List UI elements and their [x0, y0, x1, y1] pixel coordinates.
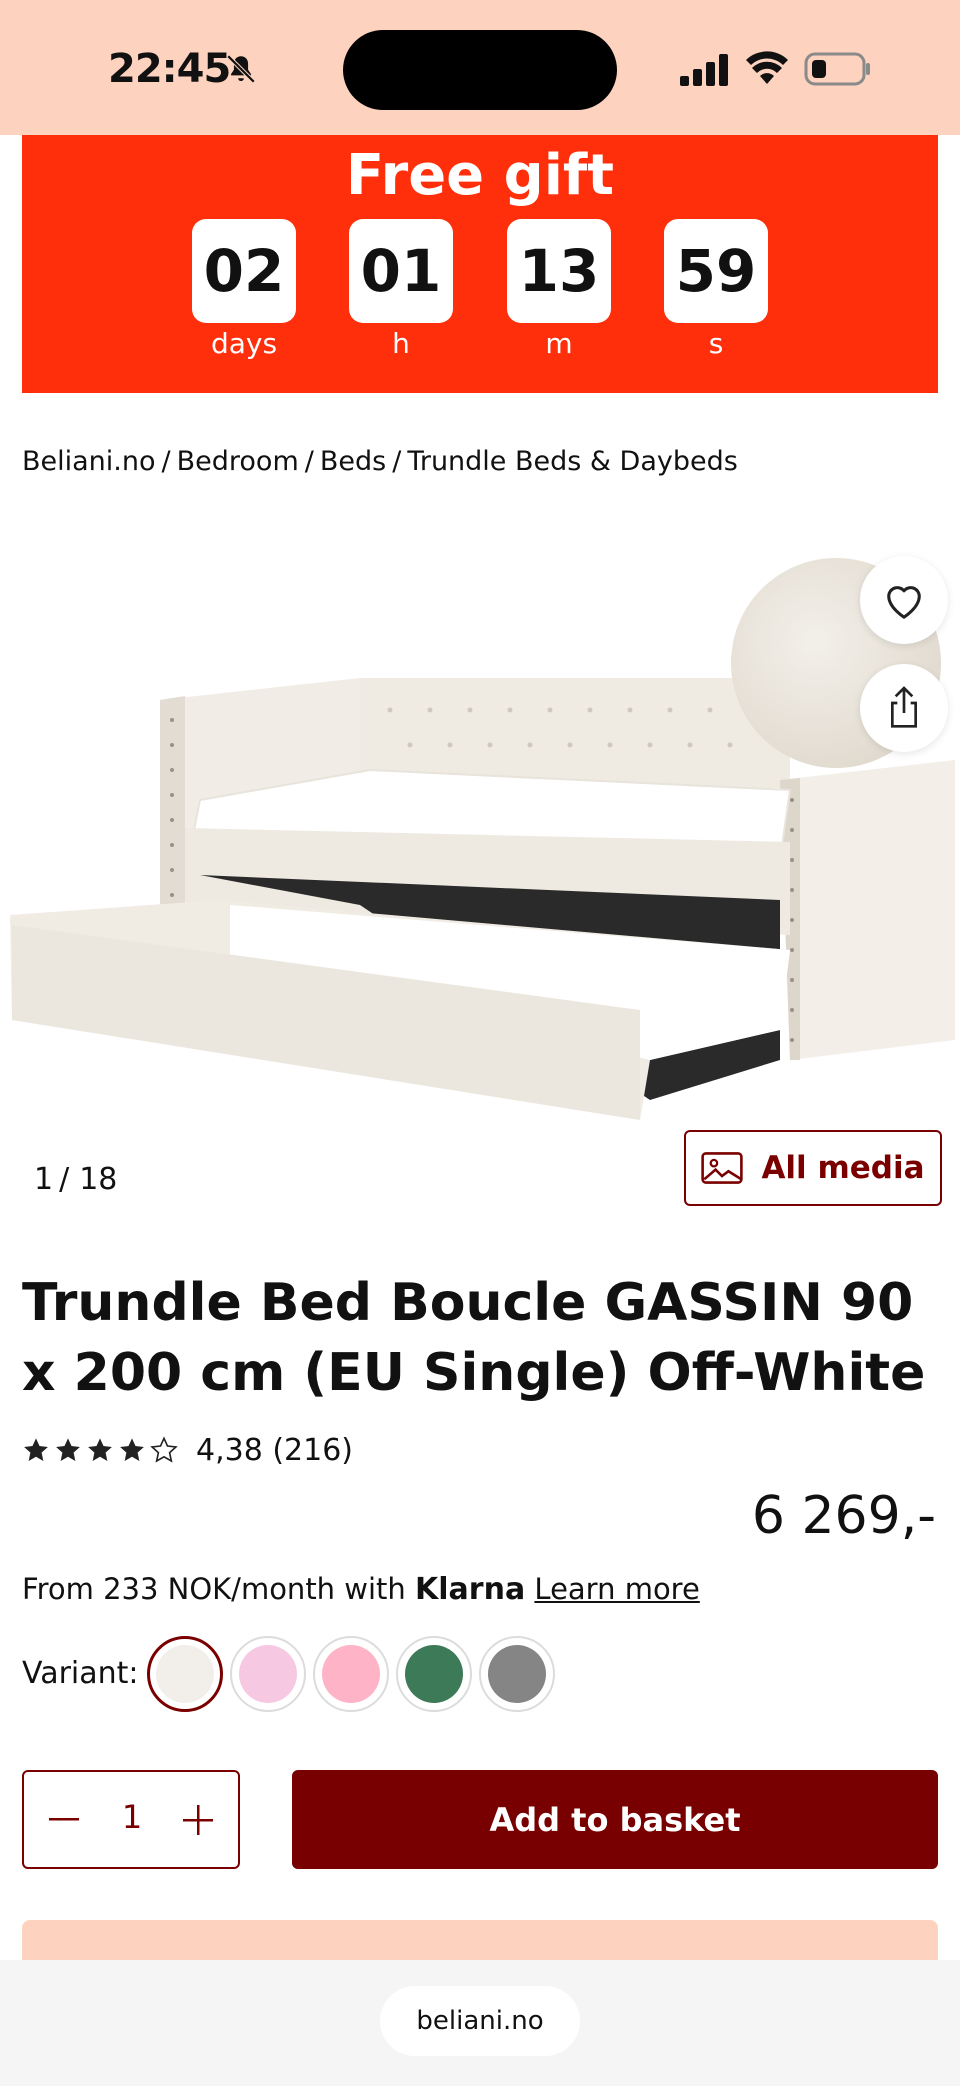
pager-current: 1: [34, 1162, 54, 1197]
bell-slash-icon: [226, 54, 256, 84]
battery-icon: [804, 52, 870, 86]
countdown-minutes: 13: [507, 219, 611, 323]
star-outline-icon: [150, 1436, 178, 1463]
all-media-button[interactable]: All media: [684, 1130, 942, 1206]
wifi-icon: [746, 51, 788, 84]
star-icon: [56, 1438, 80, 1461]
variant-light-pink[interactable]: [230, 1636, 306, 1712]
image-icon: [701, 1152, 744, 1184]
countdown-days-label: days: [210, 327, 278, 360]
plus-icon: [183, 1805, 213, 1835]
breadcrumb-beds[interactable]: Beds: [320, 446, 386, 477]
countdown-minutes-label: m: [545, 327, 573, 360]
promo-title: Free gift: [345, 143, 615, 208]
favorite-button[interactable]: [860, 556, 948, 644]
share-button[interactable]: [860, 664, 948, 752]
variant-off-white[interactable]: [147, 1636, 223, 1712]
status-bar: 22:45: [0, 0, 960, 135]
breadcrumb-bedroom[interactable]: Bedroom: [177, 446, 299, 477]
promo-banner[interactable]: Free gift 02 days 01 h 13 m 59 s: [22, 135, 938, 393]
breadcrumb-trundle-beds[interactable]: Trundle Beds & Daybeds: [407, 446, 738, 477]
signal-icon: [680, 54, 728, 86]
quantity-increase-button[interactable]: [168, 1790, 228, 1850]
financing-info: From 233 NOK/month with Klarna Learn mor…: [22, 1572, 700, 1607]
countdown-seconds-label: s: [708, 327, 724, 360]
variant-grey[interactable]: [479, 1636, 555, 1712]
share-icon: [891, 686, 917, 728]
breadcrumb-home[interactable]: Beliani.no: [22, 446, 156, 477]
star-icon: [120, 1438, 144, 1461]
variant-green[interactable]: [396, 1636, 472, 1712]
product-title: Trundle Bed Boucle GASSIN 90 x 200 cm (E…: [22, 1273, 926, 1403]
add-to-basket-button[interactable]: Add to basket: [292, 1770, 938, 1869]
countdown-days: 02: [192, 219, 296, 323]
gallery-pager: 1/18: [34, 1162, 118, 1197]
star-icon: [24, 1438, 48, 1461]
countdown-hours: 01: [349, 219, 453, 323]
variant-pink[interactable]: [313, 1636, 389, 1712]
countdown-seconds: 59: [664, 219, 768, 323]
rating-text: 4,38 (216): [196, 1432, 354, 1468]
quantity-stepper: 1: [22, 1770, 240, 1869]
minus-icon: [49, 1818, 79, 1821]
product-price: 6 269,-: [751, 1486, 936, 1546]
info-banner: [22, 1920, 938, 1960]
star-icon: [88, 1438, 112, 1461]
quantity-value[interactable]: 1: [104, 1798, 160, 1836]
klarna-logo: Klarna: [415, 1572, 526, 1607]
status-time: 22:45: [108, 46, 231, 92]
dynamic-island: [343, 30, 617, 110]
pager-total: 18: [79, 1162, 118, 1197]
countdown-hours-label: h: [392, 327, 410, 360]
variant-label: Variant:: [22, 1656, 139, 1691]
rating[interactable]: 4,38 (216): [22, 1430, 353, 1470]
heart-icon: [887, 586, 921, 619]
quantity-decrease-button[interactable]: [34, 1790, 94, 1850]
address-bar[interactable]: beliani.no: [380, 1986, 580, 2056]
browser-bottom-bar: beliani.no: [0, 1960, 960, 2086]
all-media-label: All media: [761, 1150, 925, 1186]
breadcrumb: Beliani.no / Bedroom / Beds / Trundle Beds & D…: [22, 446, 738, 477]
financing-text: From 233 NOK/month with: [22, 1572, 406, 1606]
learn-more-link[interactable]: Learn more: [534, 1572, 699, 1606]
